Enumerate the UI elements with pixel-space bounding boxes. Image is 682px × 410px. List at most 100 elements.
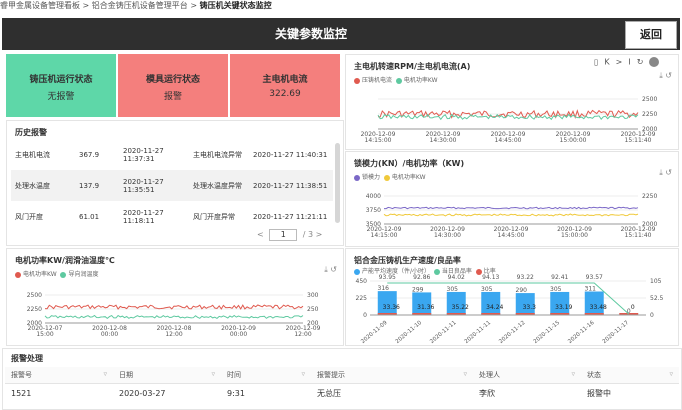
more-icon[interactable] bbox=[649, 57, 660, 67]
y-tick-label: 225 bbox=[356, 295, 368, 302]
x-tick-label: 14:15:00 bbox=[371, 232, 398, 239]
prev-page-icon[interactable]: < bbox=[257, 230, 264, 239]
cell: 处理水温度异常 bbox=[193, 181, 242, 190]
chart3-plot: 2500225020003002502002020-12-0715:002020… bbox=[27, 292, 321, 338]
history-title: 历史报警 bbox=[15, 128, 47, 137]
page-input[interactable]: 1 bbox=[269, 229, 298, 241]
cell: 137.9 bbox=[79, 181, 100, 190]
filter-icon[interactable]: ▿ bbox=[103, 370, 107, 378]
reset-icon[interactable]: ↺ bbox=[665, 168, 672, 177]
filter-icon[interactable]: ▿ bbox=[571, 370, 575, 378]
x-tick-label: 15:00 bbox=[36, 331, 53, 338]
status-card-current: 主电机电流 322.69 bbox=[230, 54, 340, 117]
page-title: 关键参数监控 bbox=[274, 27, 347, 41]
history-table: 主电机电流 367.9 2020-11-27 11:37:31 主电机电流异常 … bbox=[11, 139, 333, 232]
first-icon[interactable]: K bbox=[604, 58, 615, 67]
status-card-value: 报警 bbox=[163, 92, 182, 102]
chart3-legend: 电机功率KW 导向润温度 bbox=[15, 269, 99, 278]
y-tick-label: 105 bbox=[650, 278, 662, 285]
back-button[interactable]: 返回 bbox=[625, 21, 677, 49]
status-card-title: 主电机电流 bbox=[262, 75, 308, 85]
filter-icon[interactable]: ▿ bbox=[301, 370, 305, 378]
x-tick-label: 14:15:00 bbox=[365, 137, 392, 144]
column-header[interactable]: 报警号 ▿ bbox=[5, 367, 113, 384]
chart4-title: 铝合金压铸机生产速度/良品率 bbox=[354, 256, 461, 265]
x-tick-label: 2020-11-15 bbox=[533, 320, 562, 345]
column-header[interactable]: 日期 ▿ bbox=[113, 367, 221, 384]
cell: 2020-03-27 bbox=[119, 388, 166, 398]
cell: 风门开度 bbox=[15, 212, 43, 221]
x-tick-label: 2020-11-09 bbox=[360, 320, 389, 345]
header-bar: 关键参数监控 返回 bbox=[2, 18, 680, 50]
column-header[interactable]: 时间 ▿ bbox=[221, 367, 311, 384]
ratio-value-label: 33.48 bbox=[590, 304, 607, 311]
y-tick-label: 250 bbox=[307, 306, 319, 313]
refresh-icon[interactable]: ↻ bbox=[637, 58, 650, 67]
series-line bbox=[44, 304, 304, 310]
status-card-title: 铸压机运行状态 bbox=[29, 75, 93, 85]
chart2-panel: 锁模力(KN）/电机功率（KW) ⤓ ↺ 锁模力 电机功率KW 4000 3750… bbox=[345, 151, 679, 247]
column-header[interactable]: 处理人 ▿ bbox=[473, 367, 581, 384]
alarm-title: 报警处理 bbox=[11, 354, 43, 363]
rate-value-label: 93.22 bbox=[517, 274, 534, 281]
x-tick-label: 14:30:00 bbox=[434, 232, 461, 239]
x-tick-label: 2020-11-12 bbox=[498, 320, 526, 345]
reset-icon[interactable]: ↺ bbox=[330, 265, 337, 274]
cell: 2020-11-27 11:37:31 bbox=[123, 146, 164, 163]
download-icon[interactable]: ⤓ bbox=[659, 168, 663, 177]
bar-value-label: 316 bbox=[378, 285, 390, 292]
history-panel: 历史报警 主电机电流 367.9 2020-11-27 11:37:31 主电机… bbox=[6, 120, 344, 246]
next-page-icon[interactable]: > bbox=[316, 230, 323, 239]
cell: 主电机电流 bbox=[15, 150, 50, 159]
x-tick-label: 14:30:00 bbox=[430, 137, 457, 144]
y-tick-label: 0 bbox=[650, 312, 654, 319]
download-icon[interactable]: ⤓ bbox=[659, 71, 663, 80]
download-icon[interactable]: ⤓ bbox=[324, 265, 328, 274]
alarm-table: 报警号 ▿ 日期 ▿ 时间 ▿ 报警提示 ▿ 处理人 ▿ 状态 ▿ 1521 2020-03… bbox=[5, 367, 679, 402]
reset-icon[interactable]: ↺ bbox=[665, 71, 672, 80]
rate-value-label: 94.13 bbox=[482, 274, 499, 281]
table-row[interactable]: 处理水温度 137.9 2020-11-27 11:35:51 处理水温度异常 … bbox=[11, 170, 333, 201]
document-icon[interactable]: ▯ bbox=[594, 58, 604, 67]
chart3-panel: 电机功率KW/润滑油温度℃ ⤓ ↺ 电机功率KW 导向润温度 2500 2250 2… bbox=[6, 248, 344, 346]
history-scrollbar[interactable] bbox=[335, 143, 340, 223]
breadcrumb-current: 铸压机关键状态监控 bbox=[199, 1, 272, 10]
y-tick-label: 2250 bbox=[642, 193, 657, 200]
filter-icon[interactable]: ▿ bbox=[211, 370, 215, 378]
pagination: < 1 / 3 > bbox=[257, 229, 322, 241]
cell: 2020-11-27 11:40:31 bbox=[253, 150, 328, 159]
cell: 2020-11-27 11:18:11 bbox=[123, 208, 164, 225]
filter-icon[interactable]: ▿ bbox=[463, 370, 467, 378]
y-tick-label: 2500 bbox=[27, 292, 42, 299]
cell: 2020-11-27 11:38:51 bbox=[253, 181, 328, 190]
x-tick-label: 00:00 bbox=[230, 331, 247, 338]
series-line bbox=[377, 113, 639, 121]
cell: 367.9 bbox=[79, 150, 100, 159]
cell: 2020-11-27 11:21:11 bbox=[253, 212, 328, 221]
y-tick-label: 2500 bbox=[642, 96, 657, 103]
table-row[interactable]: 风门开度 61.01 2020-11-27 11:18:11 风门开度异常 20… bbox=[11, 201, 333, 232]
last-icon[interactable]: >I bbox=[616, 58, 637, 67]
column-header[interactable]: 状态 ▿ bbox=[581, 367, 679, 384]
breadcrumb-item[interactable]: 铝合金铸压机设备管理平台 bbox=[92, 1, 188, 10]
bar-value-label: 305 bbox=[481, 286, 493, 293]
filter-icon[interactable]: ▿ bbox=[669, 370, 673, 378]
y-tick-label: 4000 bbox=[366, 193, 381, 200]
breadcrumb-item[interactable]: 睿甲金属设备管理看板 bbox=[0, 1, 80, 10]
status-card-value: 无报警 bbox=[47, 92, 75, 102]
cell: 主电机电流异常 bbox=[193, 150, 242, 159]
table-row[interactable]: 主电机电流 367.9 2020-11-27 11:37:31 主电机电流异常 … bbox=[11, 139, 333, 170]
alarm-panel: 报警处理 报警号 ▿ 日期 ▿ 时间 ▿ 报警提示 ▿ 处理人 ▿ 状态 ▿ 1521 20… bbox=[2, 348, 682, 410]
cell: 风门开度异常 bbox=[193, 212, 235, 221]
bar-value-label: 305 bbox=[447, 286, 459, 293]
y-tick-label: 300 bbox=[307, 292, 319, 299]
x-tick-label: 2020-11-16 bbox=[567, 320, 596, 345]
y-tick-label: 2250 bbox=[642, 111, 657, 118]
column-header[interactable]: 报警提示 ▿ bbox=[311, 367, 473, 384]
cell: 61.01 bbox=[79, 212, 100, 221]
status-card-mold: 模具运行状态 报警 bbox=[118, 54, 228, 117]
table-row[interactable]: 1521 2020-03-27 9:31 无总压 李欣 报警中 bbox=[5, 384, 679, 403]
bar-value-label: 290 bbox=[516, 287, 528, 294]
chart1-actions: ⤓ ↺ bbox=[659, 71, 672, 81]
cell: 1521 bbox=[11, 388, 32, 398]
